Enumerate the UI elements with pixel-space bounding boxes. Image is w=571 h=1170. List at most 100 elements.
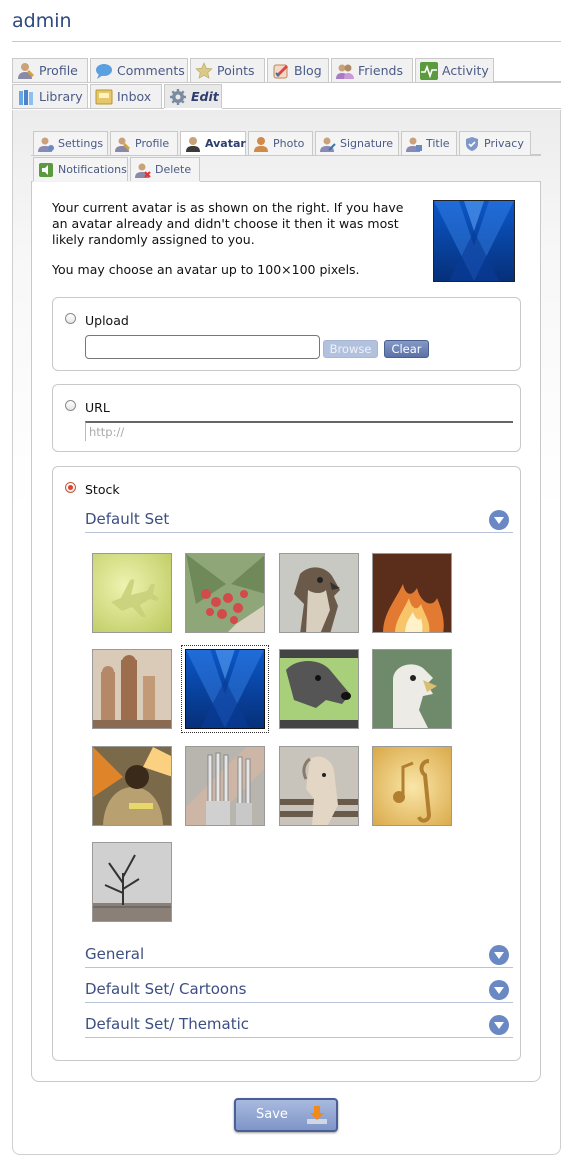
chevron-down-icon[interactable] [489,980,509,1000]
tab-label: Blog [294,63,322,78]
chevron-down-icon[interactable] [489,510,509,530]
tab-label: Points [217,63,255,78]
set-title: General [85,945,145,963]
tab-points[interactable]: Points [190,58,265,82]
subtab-title[interactable]: Title [401,131,457,155]
set-header-cartoons[interactable]: Default Set/ Cartoons [85,980,513,1003]
chevron-down-icon[interactable] [489,945,509,965]
save-button[interactable]: Save [234,1098,338,1132]
notifications-icon [39,163,53,177]
clear-button[interactable]: Clear [384,340,429,358]
tab-row-divider [12,82,561,83]
stock-avatar-blue-abstract[interactable] [181,645,269,733]
tab-comments[interactable]: Comments [90,58,188,82]
stock-avatar-forks[interactable] [185,746,265,826]
page-title: admin [12,10,72,32]
stock-avatar-hawk[interactable] [279,553,359,633]
subtab-label: Settings [58,137,104,150]
avatar-intro: Your current avatar is as shown on the r… [52,200,422,292]
gear-icon [170,89,186,105]
stock-radio[interactable] [65,482,76,493]
stock-avatar-vulture[interactable] [372,649,452,729]
stock-label: Stock [85,482,120,497]
stock-avatar-fire[interactable] [372,553,452,633]
comments-icon [96,64,112,79]
stock-avatar-dog[interactable] [279,649,359,729]
stock-avatar-firefighter[interactable] [92,746,172,826]
title-divider [12,41,561,42]
intro-size-note: You may choose an avatar up to 100×100 p… [52,262,360,277]
activity-icon [420,62,438,80]
intro-text: Your current avatar is as shown on the r… [52,200,404,247]
upload-label: Upload [85,313,129,328]
current-avatar-preview [433,200,515,282]
profile-icon [18,63,34,79]
photo-icon [254,137,268,152]
stock-avatar-horse[interactable] [279,746,359,826]
set-header-thematic[interactable]: Default Set/ Thematic [85,1015,513,1038]
set-header-general[interactable]: General [85,945,513,968]
subtab-photo[interactable]: Photo [248,131,313,155]
library-icon [19,90,33,105]
subtab-label: Signature [340,137,394,150]
tab-activity[interactable]: Activity [415,58,494,82]
subtab-label: Profile [135,137,170,150]
upload-option [52,297,521,371]
subtab-avatar[interactable]: Avatar [180,131,246,155]
settings-user-icon [38,137,54,152]
set-title: Default Set/ Cartoons [85,980,247,998]
avatar-icon [186,137,200,152]
title-icon [406,137,422,152]
tab-library[interactable]: Library [12,84,88,108]
profile-edit-icon [115,137,130,152]
subtab-privacy[interactable]: Privacy [459,131,531,155]
tab-label: Comments [117,63,185,78]
stock-avatar-tree[interactable] [92,842,172,922]
tab-profile[interactable]: Profile [12,58,88,82]
stock-avatar-chess[interactable] [92,649,172,729]
subtab-label: Notifications [58,163,127,176]
tab-blog[interactable]: Blog [267,58,329,82]
download-icon [307,1106,327,1124]
subtab-label: Privacy [484,137,524,150]
browse-button[interactable]: Browse [323,340,378,358]
subtab-label: Delete [155,163,192,176]
stock-avatar-music[interactable] [372,746,452,826]
tab-baseline [222,108,561,109]
subtab-profile[interactable]: Profile [110,131,178,155]
url-radio[interactable] [65,400,76,411]
signature-icon [320,137,336,152]
save-label: Save [256,1107,288,1122]
tab-label: Friends [358,63,403,78]
url-label: URL [85,400,110,415]
tab-edit[interactable]: Edit [164,84,222,108]
tab-friends[interactable]: Friends [331,58,413,82]
subtab-signature[interactable]: Signature [315,131,399,155]
stock-avatar-berries[interactable] [185,553,265,633]
star-icon [195,62,213,79]
inbox-icon [95,89,113,105]
subtab-settings[interactable]: Settings [33,131,108,155]
upload-file-field[interactable] [85,335,320,359]
subtab-label: Photo [273,137,305,150]
shield-icon [466,137,478,151]
blog-icon [273,64,288,79]
stock-avatar-airplane[interactable] [92,553,172,633]
upload-radio[interactable] [65,313,76,324]
set-header-default[interactable]: Default Set [85,510,513,533]
tab-inbox[interactable]: Inbox [90,84,162,108]
url-input[interactable]: http:// [85,421,513,441]
subtab-delete[interactable]: Delete [130,157,200,181]
chevron-down-icon[interactable] [489,1015,509,1035]
tab-label: Library [39,89,83,104]
subtab-label: Avatar [205,137,246,150]
tab-label: Profile [39,63,78,78]
subtab-row-divider [31,155,541,156]
tab-label: Edit [191,89,219,104]
tab-label: Activity [442,63,489,78]
subtab-notifications[interactable]: Notifications [33,157,128,181]
subtab-label: Title [426,137,450,150]
tab-baseline [12,108,164,109]
url-option [52,384,521,452]
set-title: Default Set/ Thematic [85,1015,250,1033]
